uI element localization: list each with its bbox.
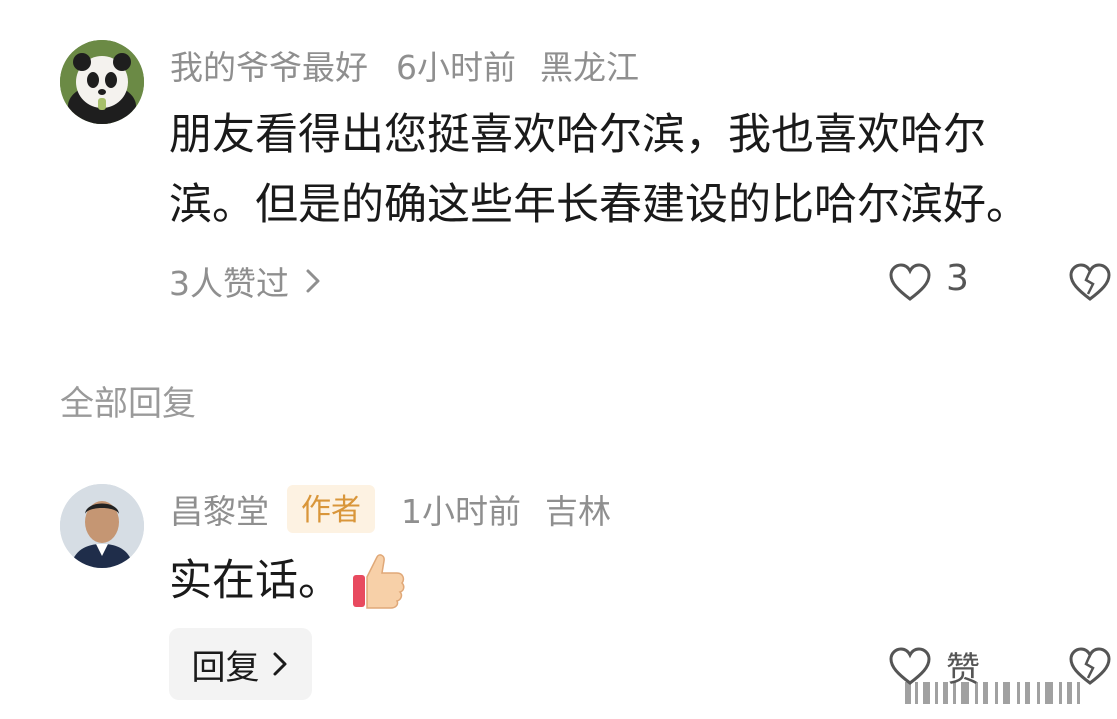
author-badge: 作者 (287, 485, 375, 533)
comment-time: 6小时前 (396, 48, 516, 87)
like-count: 3 (946, 258, 969, 299)
heart-like-icon[interactable] (888, 262, 932, 302)
all-replies-title: 全部回复 (60, 384, 196, 424)
reply-location: 吉林 (545, 492, 611, 531)
watermark-barcode-icon (905, 682, 1080, 704)
author-avatar[interactable] (60, 484, 144, 568)
person-avatar-icon (60, 484, 144, 568)
reply-text: 实在话。 (169, 556, 341, 606)
chevron-right-icon (273, 652, 286, 676)
panda-avatar-icon (60, 40, 144, 124)
comment-text[interactable]: 朋友看得出您挺喜欢哈尔滨，我也喜欢哈尔 滨。但是的确这些年长春建设的比哈尔滨好。 (169, 100, 1109, 240)
reply-meta: 昌黎堂 作者 1小时前 吉林 (170, 484, 611, 534)
reply-text-row[interactable]: 实在话。 (169, 546, 407, 616)
commenter-username[interactable]: 我的爷爷最好 (170, 41, 368, 89)
reply-button[interactable]: 回复 (169, 628, 312, 700)
comment-meta: 我的爷爷最好 6小时前 黑龙江 (170, 42, 639, 88)
reply-time: 1小时前 (401, 492, 521, 531)
broken-heart-dislike-icon[interactable] (1068, 262, 1112, 302)
comment-text-line-2: 滨。但是的确这些年长春建设的比哈尔滨好。 (169, 180, 1029, 230)
comment-location: 黑龙江 (540, 48, 639, 87)
likers-text: 3人赞过 (169, 264, 289, 303)
reply-username[interactable]: 昌黎堂 (170, 485, 269, 533)
comment-text-line-1: 朋友看得出您挺喜欢哈尔滨，我也喜欢哈尔 (169, 110, 986, 160)
chevron-right-icon (306, 269, 320, 293)
thumbs-up-emoji-icon (353, 554, 405, 609)
likers-link[interactable]: 3人赞过 (169, 258, 323, 304)
commenter-avatar[interactable] (60, 40, 144, 124)
reply-button-label: 回复 (191, 647, 260, 688)
